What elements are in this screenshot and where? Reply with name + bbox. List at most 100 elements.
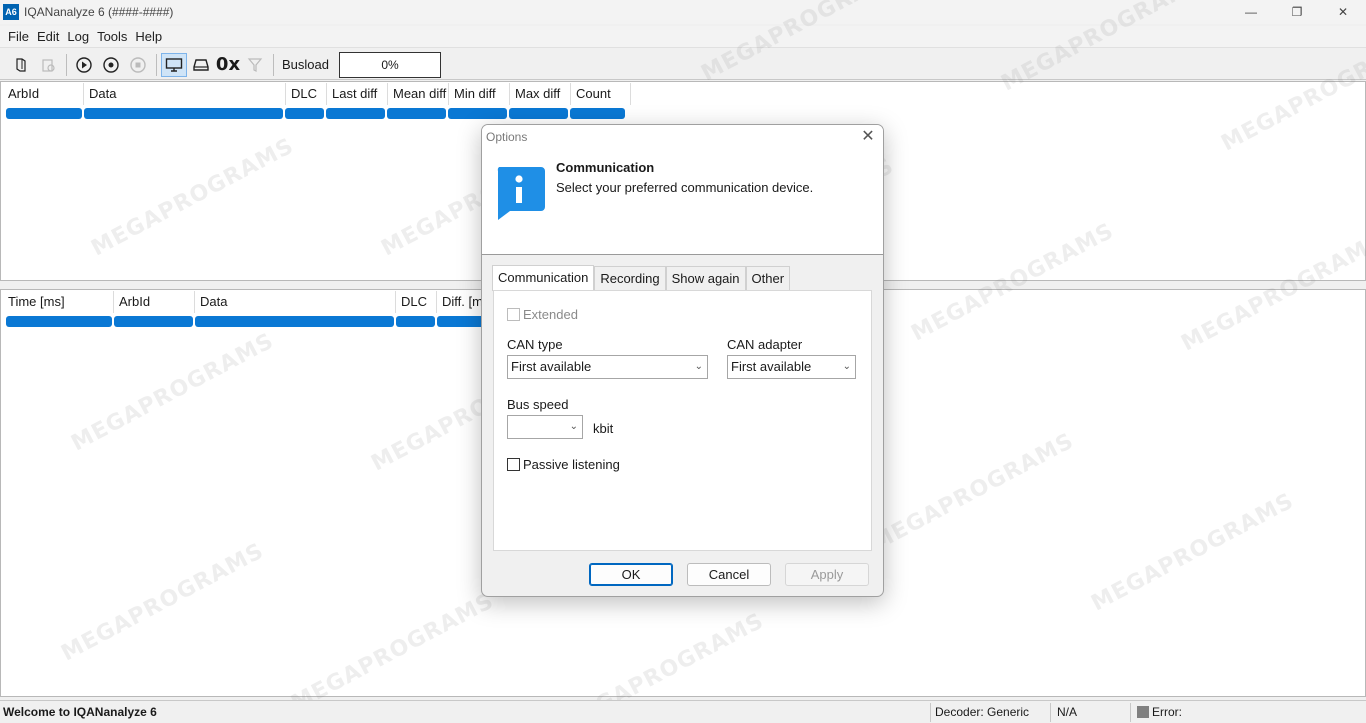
column-header[interactable]: Max diff <box>510 83 571 105</box>
close-icon[interactable]: ✕ <box>859 128 877 146</box>
can-type-dropdown[interactable]: First available ⌄ <box>507 355 708 379</box>
status-separator <box>1130 703 1131 722</box>
window-controls: — ❐ ✕ <box>1228 0 1366 24</box>
menu-tools[interactable]: Tools <box>93 29 131 44</box>
column-header[interactable]: Mean diff <box>388 83 449 105</box>
column-filter-bar[interactable] <box>387 108 446 119</box>
column-header[interactable]: ArbId <box>3 83 84 105</box>
passive-listening-label: Passive listening <box>523 457 620 472</box>
toolbar: 0x Busload 0% <box>0 50 1366 80</box>
options-dialog: Options ✕ Communication Select your pref… <box>481 124 884 597</box>
save-icon <box>42 58 55 72</box>
chevron-down-icon: ⌄ <box>569 421 578 432</box>
save-log-button[interactable] <box>35 53 61 77</box>
tab-communication[interactable]: Communication <box>492 265 595 291</box>
bus-speed-label: Bus speed <box>507 397 569 412</box>
can-adapter-value: First available <box>731 359 812 374</box>
toolbar-separator <box>66 53 67 76</box>
play-button[interactable] <box>71 53 97 77</box>
column-header[interactable]: Data <box>195 291 396 313</box>
error-indicator-icon <box>1137 706 1149 718</box>
column-filter-bar[interactable] <box>448 108 507 119</box>
monitor-icon <box>165 57 183 72</box>
monitor-view-button[interactable] <box>161 52 187 77</box>
bus-speed-unit: kbit <box>593 421 614 436</box>
menu-log[interactable]: Log <box>63 29 93 44</box>
can-type-label: CAN type <box>507 337 563 352</box>
play-icon <box>76 56 92 73</box>
column-filter-bar[interactable] <box>6 108 82 119</box>
column-filter-bar[interactable] <box>326 108 385 119</box>
extended-checkbox[interactable] <box>507 308 520 321</box>
options-tabs: Communication Recording Show again Other <box>492 265 791 291</box>
can-adapter-dropdown[interactable]: First available ⌄ <box>727 355 856 379</box>
column-header[interactable]: Time [ms] <box>3 291 114 313</box>
column-header[interactable]: ArbId <box>114 291 195 313</box>
apply-button[interactable]: Apply <box>785 563 869 586</box>
can-type-value: First available <box>511 359 592 374</box>
menu-help[interactable]: Help <box>131 29 166 44</box>
device-view-button[interactable] <box>188 53 214 77</box>
menu-edit[interactable]: Edit <box>33 29 63 44</box>
stop-icon <box>130 56 146 73</box>
column-filter-bar[interactable] <box>570 108 625 119</box>
column-filter-bar[interactable] <box>437 316 487 327</box>
status-decoder: Decoder: Generic <box>935 705 1030 719</box>
status-error-label: Error: <box>1152 705 1182 719</box>
status-separator <box>1050 703 1051 722</box>
column-header[interactable]: Last diff <box>327 83 388 105</box>
record-button[interactable] <box>98 53 124 77</box>
column-filter-bar[interactable] <box>114 316 193 327</box>
column-filter-bar[interactable] <box>509 108 568 119</box>
minimize-button[interactable]: — <box>1228 0 1274 24</box>
can-adapter-label: CAN adapter <box>727 337 803 352</box>
column-header[interactable]: Min diff <box>449 83 510 105</box>
column-header[interactable]: DLC <box>286 83 327 105</box>
cancel-button[interactable]: Cancel <box>687 563 771 586</box>
column-filter-bar[interactable] <box>195 316 394 327</box>
toolbar-separator <box>273 53 274 76</box>
close-window-button[interactable]: ✕ <box>1320 0 1366 24</box>
column-header[interactable]: DLC <box>396 291 437 313</box>
dialog-title: Options <box>486 130 528 144</box>
maximize-button[interactable]: ❐ <box>1274 0 1320 24</box>
bus-speed-dropdown[interactable]: ⌄ <box>507 415 583 439</box>
stop-button[interactable] <box>125 53 151 77</box>
filter-icon <box>247 57 263 72</box>
chevron-down-icon: ⌄ <box>842 361 851 372</box>
menu-file[interactable]: File <box>4 29 33 44</box>
status-separator <box>930 703 931 722</box>
chevron-down-icon: ⌄ <box>694 361 703 372</box>
status-error: Error: <box>1137 705 1182 719</box>
column-filter-bar[interactable] <box>6 316 112 327</box>
dialog-header-title: Communication <box>556 160 655 175</box>
column-filter-bar[interactable] <box>84 108 283 119</box>
status-bar: Welcome to IQANanalyze 6 Decoder: Generi… <box>0 700 1366 723</box>
tab-recording[interactable]: Recording <box>594 266 666 291</box>
extended-checkbox-row: Extended <box>507 307 578 322</box>
info-icon <box>497 167 545 220</box>
grid-header: ArbId Data DLC Last diff Mean diff Min d… <box>3 83 631 105</box>
tab-show-again[interactable]: Show again <box>665 266 746 291</box>
window-title: IQANanalyze 6 (####-####) <box>24 5 174 19</box>
drive-icon <box>193 58 209 71</box>
column-filter-bar[interactable] <box>285 108 324 119</box>
busload-label: Busload <box>282 57 329 72</box>
dialog-title-bar: Options ✕ <box>482 125 883 151</box>
passive-listening-checkbox[interactable] <box>507 458 520 471</box>
column-filter-bar[interactable] <box>396 316 435 327</box>
app-icon: A6 <box>3 4 19 20</box>
ok-button[interactable]: OK <box>589 563 673 586</box>
hex-label: 0x <box>215 54 241 75</box>
tab-other[interactable]: Other <box>745 266 791 291</box>
dialog-header-subtitle: Select your preferred communication devi… <box>556 180 814 195</box>
title-bar: A6 IQANanalyze 6 (####-####) — ❐ ✕ <box>0 0 1366 24</box>
filter-button[interactable] <box>242 53 268 77</box>
open-log-button[interactable] <box>8 53 34 77</box>
communication-tab-panel: Extended CAN type First available ⌄ CAN … <box>493 290 872 551</box>
toolbar-separator <box>156 53 157 76</box>
extended-label: Extended <box>523 307 578 322</box>
hex-toggle-button[interactable]: 0x <box>215 53 241 77</box>
column-header[interactable]: Count <box>571 83 631 105</box>
column-header[interactable]: Data <box>84 83 286 105</box>
